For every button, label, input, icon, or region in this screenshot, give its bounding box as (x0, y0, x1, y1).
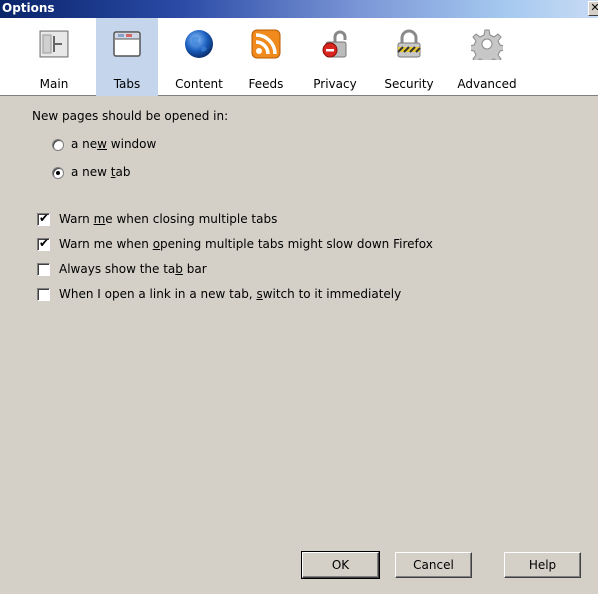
checkbox-show-tab-bar[interactable] (37, 263, 50, 276)
access-key: m (93, 212, 106, 226)
tab-feeds-label: Feeds (248, 77, 284, 91)
tab-advanced[interactable]: Advanced (450, 18, 524, 96)
checkbox-warn-closing[interactable]: ✔ (37, 211, 50, 226)
tab-content-label: Content (175, 77, 223, 91)
globe-icon (185, 30, 213, 58)
gear-icon (471, 29, 503, 60)
close-button[interactable]: ✕ (588, 1, 598, 16)
label-part: a ne (71, 137, 98, 151)
tab-privacy[interactable]: Privacy (306, 18, 364, 96)
checkmark-icon: ✔ (39, 236, 50, 250)
title-bar[interactable]: Options ✕ (0, 0, 598, 18)
tab-privacy-label: Privacy (313, 77, 357, 91)
tab-security[interactable]: Security (376, 18, 442, 96)
rss-icon (251, 29, 281, 59)
cancel-button[interactable]: Cancel (395, 552, 472, 578)
tab-feeds[interactable]: Feeds (240, 18, 292, 96)
label-part: bar (182, 262, 207, 276)
access-key: o (152, 237, 161, 251)
checkmark-icon: ✔ (39, 211, 50, 225)
help-button[interactable]: Help (504, 552, 581, 578)
checkbox-show-tab-bar-label[interactable]: Always show the tab bar (59, 262, 207, 276)
tabs-icon (113, 31, 141, 57)
label-part: pening multiple tabs might slow down Fir… (160, 237, 433, 251)
access-key: w (97, 137, 107, 151)
label-part: Always show the ta (59, 262, 176, 276)
padlock-icon (397, 29, 421, 58)
label-part: e when closing multiple tabs (105, 212, 278, 226)
tab-main[interactable]: Main (26, 18, 82, 96)
label-part: Warn me when (59, 237, 153, 251)
tab-advanced-label: Advanced (457, 77, 517, 91)
tab-tabs-label: Tabs (113, 77, 141, 91)
label-part: ab (115, 165, 131, 179)
label-part: window (106, 137, 157, 151)
checkbox-switch-to-tab-label[interactable]: When I open a link in a new tab, switch … (59, 287, 401, 301)
checkbox-warn-opening[interactable]: ✔ (37, 236, 50, 251)
checkbox-warn-closing-label[interactable]: Warn me when closing multiple tabs (59, 212, 277, 226)
checkbox-switch-to-tab[interactable] (37, 288, 50, 301)
privacy-lock-icon (322, 30, 347, 58)
label-part: a new (71, 165, 111, 179)
tab-tabs[interactable]: Tabs (96, 18, 158, 96)
options-dialog: Options ✕ Main Tabs Content Feeds Privac… (0, 0, 598, 594)
radio-new-window-label[interactable]: a new window (71, 137, 156, 151)
window-title: Options (2, 1, 55, 15)
checkbox-warn-opening-label[interactable]: Warn me when opening multiple tabs might… (59, 237, 433, 251)
label-part: Warn (59, 212, 94, 226)
category-toolbar: Main Tabs Content Feeds Privacy Security… (0, 18, 598, 96)
radio-new-tab-label[interactable]: a new tab (71, 165, 131, 179)
tabs-pane: New pages should be opened in: a new win… (0, 97, 598, 594)
close-icon: ✕ (590, 1, 598, 14)
tab-security-label: Security (384, 77, 434, 91)
tab-main-label: Main (39, 77, 69, 91)
access-key: b (175, 262, 183, 276)
radio-selected-dot (56, 171, 60, 175)
radio-new-tab[interactable] (52, 167, 64, 179)
tab-content[interactable]: Content (168, 18, 230, 96)
radio-new-window[interactable] (52, 139, 64, 151)
open-in-label: New pages should be opened in: (32, 109, 229, 123)
ok-button[interactable]: OK (301, 551, 380, 579)
label-part: witch to it immediately (262, 287, 402, 301)
main-window-icon (39, 30, 69, 58)
label-part: When I open a link in a new tab, (59, 287, 257, 301)
